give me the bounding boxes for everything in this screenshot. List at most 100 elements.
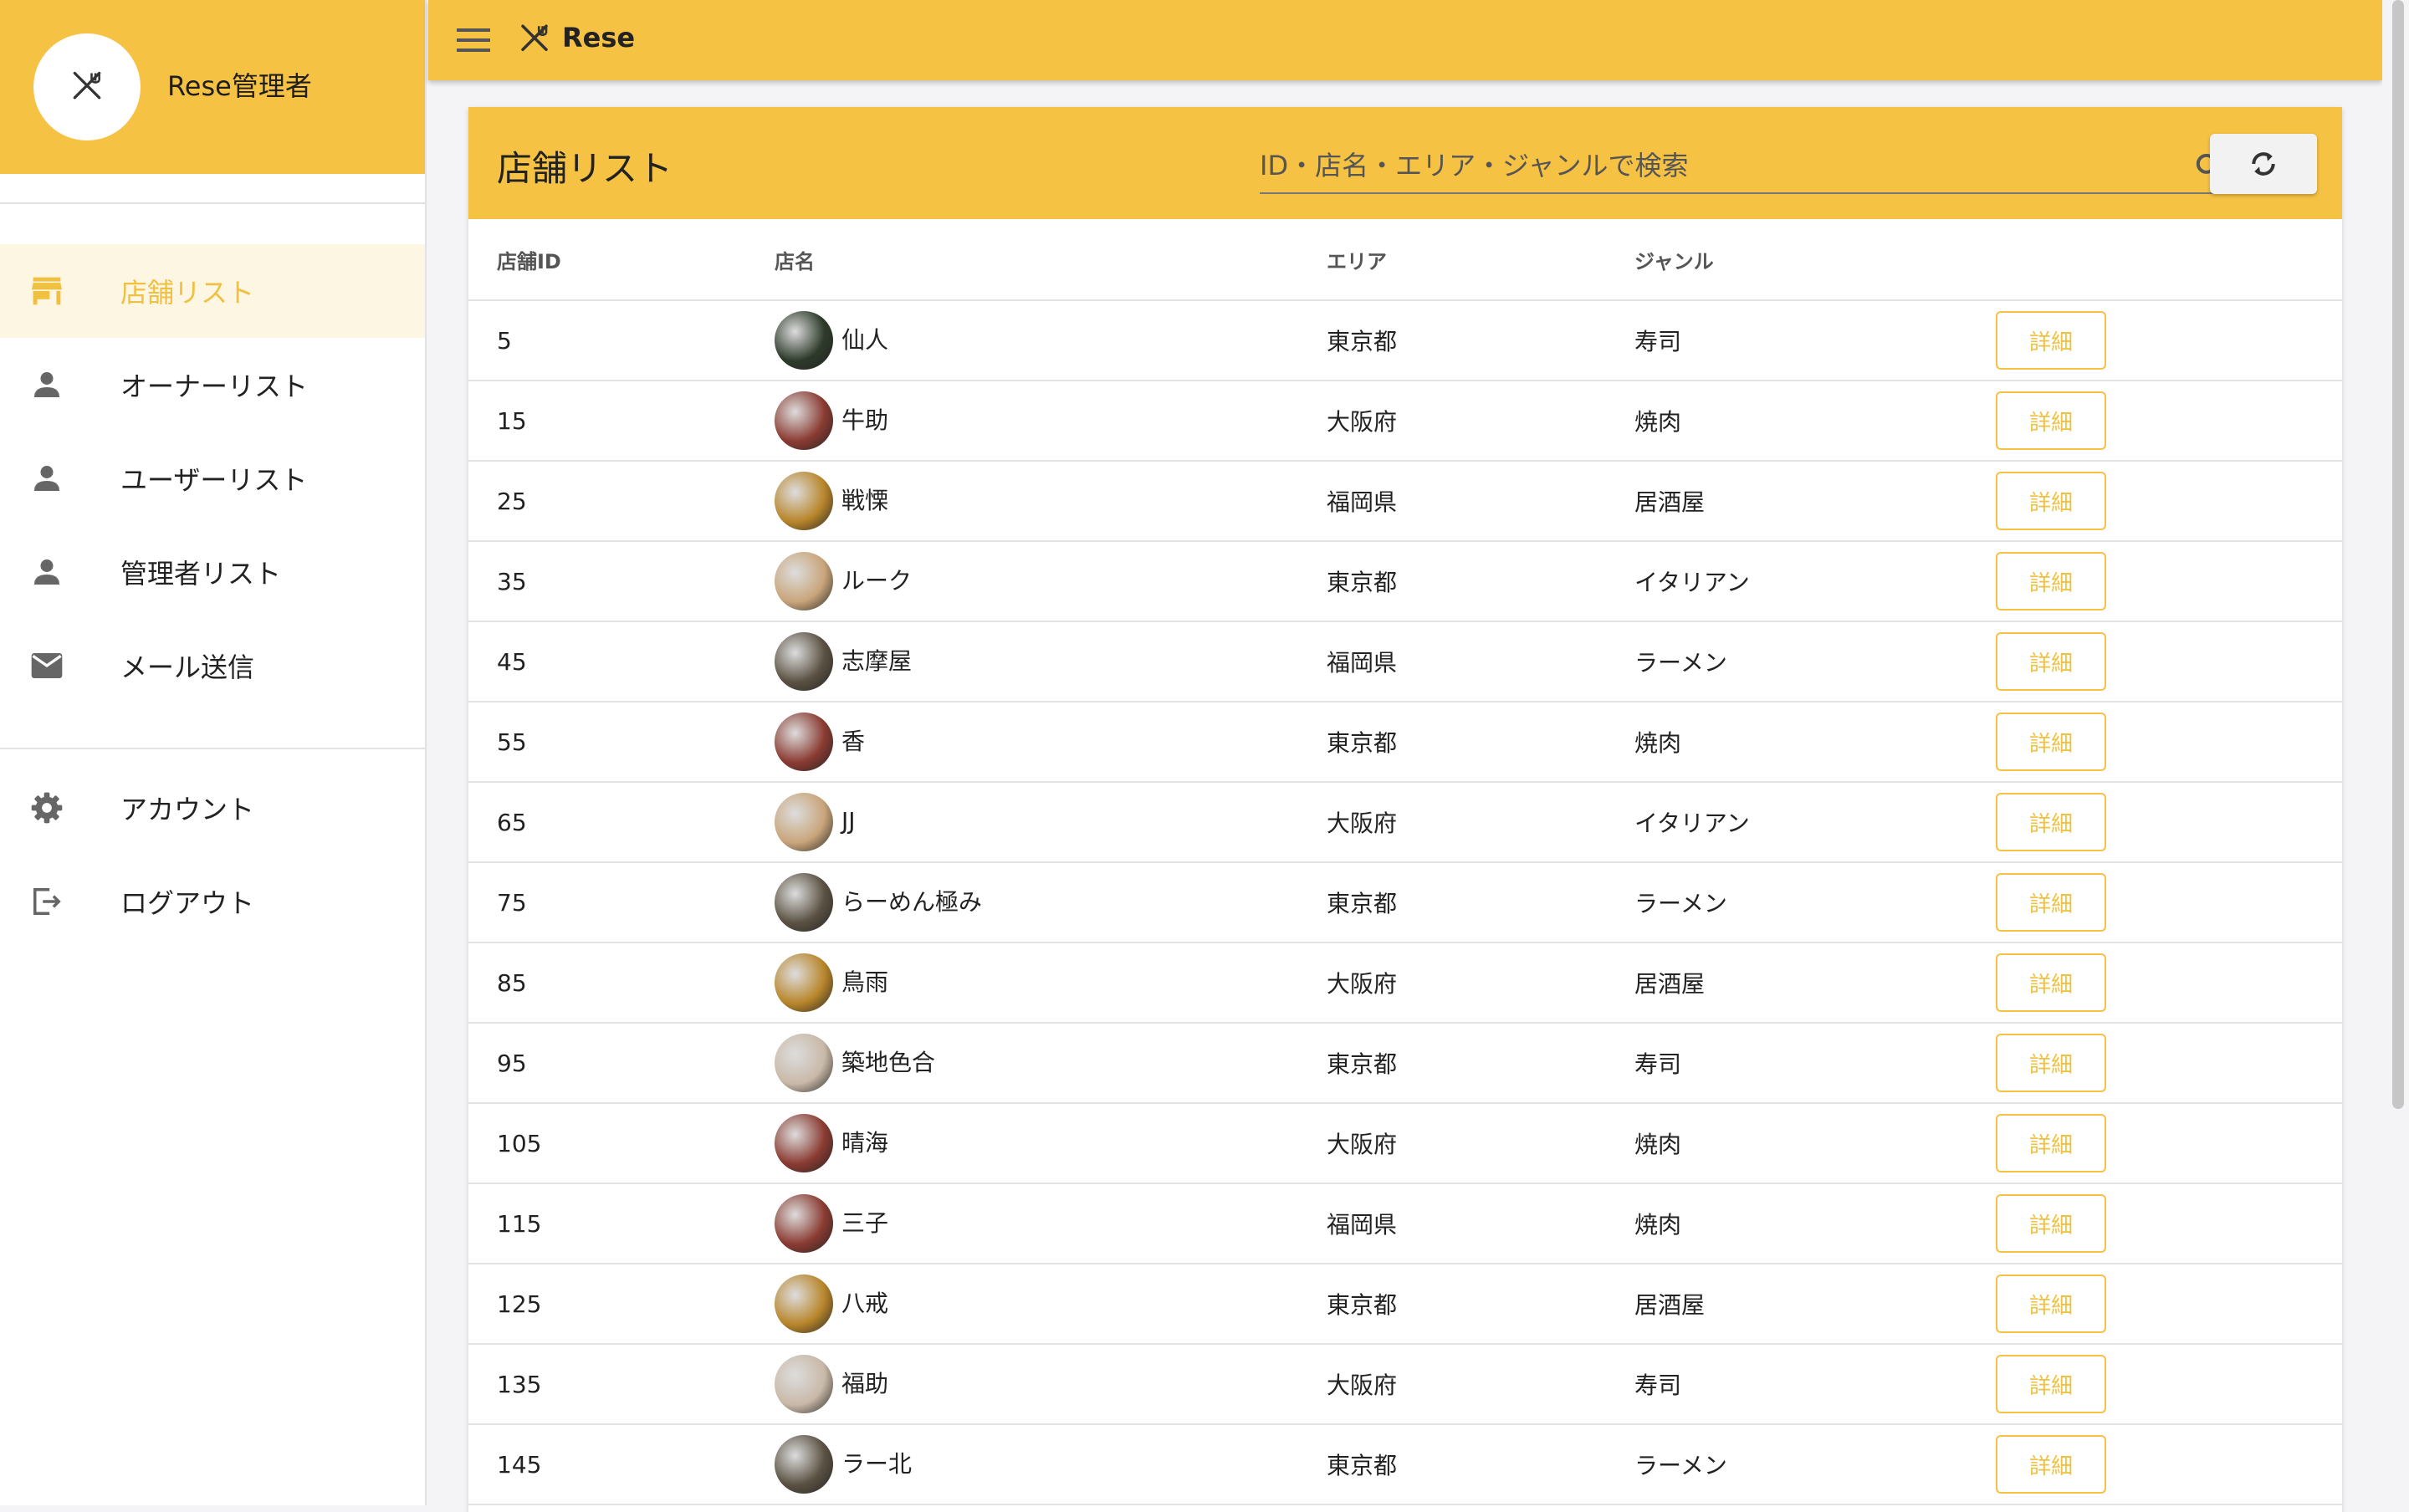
shop-thumbnail xyxy=(775,391,833,450)
detail-button[interactable]: 詳細 xyxy=(1996,391,2106,450)
shop-name: 八戒 xyxy=(841,1290,889,1317)
shop-area: 東京都 xyxy=(1327,1264,1634,1345)
table-row: 75 らーめん極み 東京都 ラーメン 詳細 xyxy=(468,862,2342,943)
search-input[interactable] xyxy=(1260,140,2163,191)
table-header-row: 店舗ID 店名 エリア ジャンル xyxy=(468,219,2342,301)
shop-genre: 寿司 xyxy=(1634,1023,1996,1104)
sidebar: Rese管理者 店舗リスト オーナーリスト ユーザーリスト 管理者リスト メール… xyxy=(0,0,427,1505)
column-header-genre[interactable]: ジャンル xyxy=(1634,219,1996,301)
table-row: 115 三子 福岡県 焼肉 詳細 xyxy=(468,1183,2342,1264)
person-icon xyxy=(30,555,64,589)
detail-button[interactable]: 詳細 xyxy=(1996,793,2106,851)
shop-area: 大阪府 xyxy=(1327,381,1634,462)
detail-button[interactable]: 詳細 xyxy=(1996,632,2106,691)
detail-button[interactable]: 詳細 xyxy=(1996,1435,2106,1494)
menu-icon[interactable] xyxy=(457,25,490,54)
actions-cell: 詳細 xyxy=(1996,621,2342,702)
shop-name-cell: 福助 xyxy=(775,1344,1327,1425)
person-icon xyxy=(30,368,64,401)
utensils-icon xyxy=(73,71,101,100)
sidebar-item-owner-list[interactable]: オーナーリスト xyxy=(0,338,425,432)
detail-button[interactable]: 詳細 xyxy=(1996,1114,2106,1172)
table-row: 45 志摩屋 福岡県 ラーメン 詳細 xyxy=(468,621,2342,702)
sidebar-item-account[interactable]: アカウント xyxy=(0,761,425,855)
sidebar-item-logout[interactable]: ログアウト xyxy=(0,855,425,948)
card-header: 店舗リスト xyxy=(468,107,2342,219)
sidebar-item-user-list[interactable]: ユーザーリスト xyxy=(0,432,425,525)
shop-thumbnail xyxy=(775,1274,833,1333)
table-row: 125 八戒 東京都 居酒屋 詳細 xyxy=(468,1264,2342,1345)
sidebar-item-label: 店舗リスト xyxy=(120,277,255,309)
shop-area: 福岡県 xyxy=(1327,1183,1634,1264)
shop-id: 115 xyxy=(468,1183,775,1264)
detail-button[interactable]: 詳細 xyxy=(1996,1194,2106,1253)
sidebar-nav-bottom: アカウント ログアウト xyxy=(0,761,425,948)
sidebar-item-admin-list[interactable]: 管理者リスト xyxy=(0,525,425,619)
utensils-icon xyxy=(517,22,552,57)
shop-id: 135 xyxy=(468,1344,775,1425)
shop-genre: ラーメン xyxy=(1634,862,1996,943)
shop-area: 福岡県 xyxy=(1327,461,1634,542)
shop-name-cell: ラー北 xyxy=(775,1424,1327,1505)
table-row: 135 福助 大阪府 寿司 詳細 xyxy=(468,1344,2342,1425)
shop-name: 香 xyxy=(841,728,866,755)
shop-genre: 寿司 xyxy=(1634,300,1996,381)
shop-area: 東京都 xyxy=(1327,541,1634,622)
shop-id: 145 xyxy=(468,1424,775,1505)
shop-area: 東京都 xyxy=(1327,300,1634,381)
sidebar-item-send-mail[interactable]: メール送信 xyxy=(0,619,425,713)
shop-name-cell: 仙人 xyxy=(775,300,1327,381)
shop-name: 晴海 xyxy=(841,1129,889,1157)
shop-thumbnail xyxy=(775,1114,833,1172)
detail-button[interactable]: 詳細 xyxy=(1996,552,2106,610)
refresh-button[interactable] xyxy=(2210,134,2317,194)
shop-name-cell: 志摩屋 xyxy=(775,621,1327,702)
actions-cell: 詳細 xyxy=(1996,782,2342,863)
shop-thumbnail xyxy=(775,1355,833,1413)
detail-button[interactable]: 詳細 xyxy=(1996,873,2106,932)
detail-button[interactable]: 詳細 xyxy=(1996,311,2106,370)
shop-thumbnail xyxy=(775,472,833,530)
shop-id: 35 xyxy=(468,541,775,622)
shop-name: 志摩屋 xyxy=(841,647,913,675)
refresh-icon xyxy=(2252,152,2275,176)
actions-cell: 詳細 xyxy=(1996,1023,2342,1104)
table-row: 15 牛助 大阪府 焼肉 詳細 xyxy=(468,381,2342,462)
shop-name-cell: 晴海 xyxy=(775,1103,1327,1184)
shop-thumbnail xyxy=(775,1435,833,1494)
shop-name: ラー北 xyxy=(841,1450,913,1478)
sidebar-item-label: ユーザーリスト xyxy=(120,464,308,496)
scrollbar-thumb[interactable] xyxy=(2392,0,2404,1109)
shop-thumbnail xyxy=(775,873,833,932)
gear-icon xyxy=(30,791,64,825)
store-icon xyxy=(30,274,64,308)
detail-button[interactable]: 詳細 xyxy=(1996,472,2106,530)
shop-name-cell: 鳥雨 xyxy=(775,942,1327,1024)
detail-button[interactable]: 詳細 xyxy=(1996,1274,2106,1333)
detail-button[interactable]: 詳細 xyxy=(1996,953,2106,1012)
shop-name: 三子 xyxy=(841,1209,889,1237)
shop-name-cell: らーめん極み xyxy=(775,862,1327,943)
avatar xyxy=(33,33,141,140)
sidebar-item-label: ログアウト xyxy=(120,887,255,919)
scrollbar[interactable] xyxy=(2382,0,2409,1505)
actions-cell: 詳細 xyxy=(1996,1344,2342,1425)
shop-area: 福岡県 xyxy=(1327,621,1634,702)
detail-button[interactable]: 詳細 xyxy=(1996,1355,2106,1413)
detail-button[interactable]: 詳細 xyxy=(1996,1034,2106,1092)
shop-id: 105 xyxy=(468,1103,775,1184)
detail-button[interactable]: 詳細 xyxy=(1996,713,2106,771)
column-header-name[interactable]: 店名 xyxy=(775,219,1327,301)
shop-list-card: 店舗リスト 店舗ID 店名 エリア ジャンル 5仙 xyxy=(468,107,2342,1512)
column-header-id[interactable]: 店舗ID xyxy=(468,219,775,301)
sidebar-item-label: 管理者リスト xyxy=(120,558,282,590)
table-row: 145 ラー北 東京都 ラーメン 詳細 xyxy=(468,1424,2342,1505)
page-title: 店舗リスト xyxy=(497,148,673,189)
shop-genre: 居酒屋 xyxy=(1634,1264,1996,1345)
column-header-area[interactable]: エリア xyxy=(1327,219,1634,301)
sidebar-item-label: オーナーリスト xyxy=(120,370,309,402)
actions-cell: 詳細 xyxy=(1996,381,2342,462)
shop-thumbnail xyxy=(775,953,833,1012)
brand-title[interactable]: Rese xyxy=(562,22,635,54)
sidebar-item-shop-list[interactable]: 店舗リスト xyxy=(0,244,425,338)
